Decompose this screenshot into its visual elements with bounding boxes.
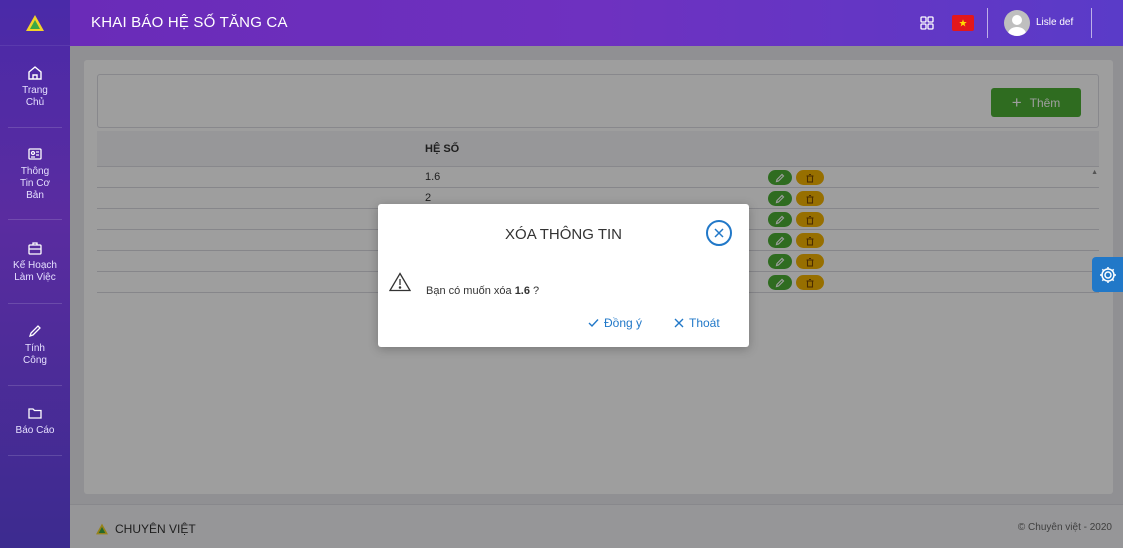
pencil-icon (775, 194, 785, 203)
delete-button[interactable] (796, 191, 824, 206)
pencil-icon (775, 278, 785, 287)
cell-coefficient: 2 (425, 192, 432, 204)
cancel-button[interactable]: Thoát (674, 316, 720, 330)
delete-button[interactable] (796, 254, 824, 269)
header-divider (987, 8, 988, 38)
delete-button[interactable] (796, 275, 824, 290)
pencil-icon (28, 324, 41, 337)
delete-button[interactable] (796, 233, 824, 248)
toolbar: + Thêm (97, 74, 1099, 128)
sidebar-item-home[interactable]: Trang Chủ (8, 46, 62, 128)
username[interactable]: Lisle def (1036, 17, 1073, 28)
settings-tab[interactable] (1092, 257, 1123, 292)
briefcase-icon (28, 241, 42, 255)
trash-icon (806, 173, 814, 183)
sidebar-item-timekeeping[interactable]: Tính Công (8, 304, 62, 386)
delete-button[interactable] (796, 212, 824, 227)
plus-icon: + (1011, 93, 1022, 112)
dialog-message: Bạn có muốn xóa 1.6 ? (426, 285, 539, 297)
message-value: 1.6 (514, 285, 530, 297)
dialog-title: XÓA THÔNG TIN (505, 226, 622, 243)
trash-icon (806, 278, 814, 288)
logo-icon (26, 14, 44, 31)
close-icon (674, 318, 684, 328)
edit-button[interactable] (768, 191, 792, 206)
table-header: HỆ SỐ (97, 131, 1099, 167)
add-button[interactable]: + Thêm (991, 88, 1081, 117)
sidebar-item-label: Kế Hoạch Làm Việc (13, 259, 57, 283)
add-button-label: Thêm (1029, 95, 1061, 110)
scroll-up-icon[interactable]: ▲ (1091, 169, 1098, 176)
folder-icon (28, 407, 42, 419)
pencil-icon (775, 215, 785, 224)
cancel-label: Thoát (689, 316, 720, 330)
logo-icon (96, 523, 108, 535)
apps-grid-icon[interactable] (920, 16, 934, 30)
trash-icon (806, 257, 814, 267)
edit-button[interactable] (768, 233, 792, 248)
confirm-label: Đồng ý (604, 316, 643, 330)
pencil-icon (775, 236, 785, 245)
warning-icon (389, 272, 411, 292)
trash-icon (806, 215, 814, 225)
message-prefix: Bạn có muốn xóa (426, 285, 512, 297)
footer-brand-name: CHUYÊN VIỆT (115, 522, 196, 536)
column-header-coefficient: HỆ SỐ (425, 143, 460, 155)
edit-button[interactable] (768, 170, 792, 185)
message-suffix: ? (529, 285, 540, 297)
confirm-button[interactable]: Đồng ý (588, 316, 642, 330)
edit-button[interactable] (768, 212, 792, 227)
footer: CHUYÊN VIỆT © Chuyên việt - 2020 (70, 504, 1123, 548)
check-icon (588, 319, 599, 328)
delete-button[interactable] (796, 170, 824, 185)
trash-icon (806, 194, 814, 204)
edit-button[interactable] (768, 254, 792, 269)
vietnam-flag-icon[interactable] (952, 15, 974, 31)
close-icon (714, 228, 724, 238)
delete-confirm-dialog: XÓA THÔNG TIN Bạn có muốn xóa 1.6 ? Đồng… (378, 204, 749, 347)
gear-icon (1099, 266, 1116, 283)
avatar[interactable] (1004, 10, 1030, 36)
table-row: 1.6 ▲ (97, 167, 1099, 188)
top-header: KHAI BÁO HỆ SỐ TĂNG CA Lisle def (70, 0, 1123, 46)
footer-brand: CHUYÊN VIỆT (95, 522, 196, 536)
id-card-icon (28, 147, 42, 160)
sidebar-item-basic-info[interactable]: Thông Tin Cơ Bản (8, 128, 62, 220)
sidebar-item-label: Thông Tin Cơ Bản (19, 165, 51, 201)
header-divider (1091, 8, 1092, 38)
sidebar: Trang Chủ Thông Tin Cơ Bản Kế Hoạch Làm … (0, 0, 70, 548)
copyright: © Chuyên việt - 2020 (1017, 522, 1112, 533)
pencil-icon (775, 257, 785, 266)
close-button[interactable] (706, 220, 732, 246)
page-title: KHAI BÁO HỆ SỐ TĂNG CA (91, 14, 288, 31)
logo[interactable] (0, 0, 70, 46)
sidebar-item-reports[interactable]: Báo Cáo (8, 386, 62, 456)
pencil-icon (775, 173, 785, 182)
sidebar-item-label: Tính Công (23, 342, 47, 366)
home-icon (28, 65, 42, 80)
cell-coefficient: 1.6 (425, 171, 441, 183)
sidebar-item-work-plan[interactable]: Kế Hoạch Làm Việc (8, 220, 62, 304)
edit-button[interactable] (768, 275, 792, 290)
trash-icon (806, 236, 814, 246)
sidebar-item-label: Trang Chủ (22, 84, 48, 108)
sidebar-item-label: Báo Cáo (15, 424, 55, 436)
